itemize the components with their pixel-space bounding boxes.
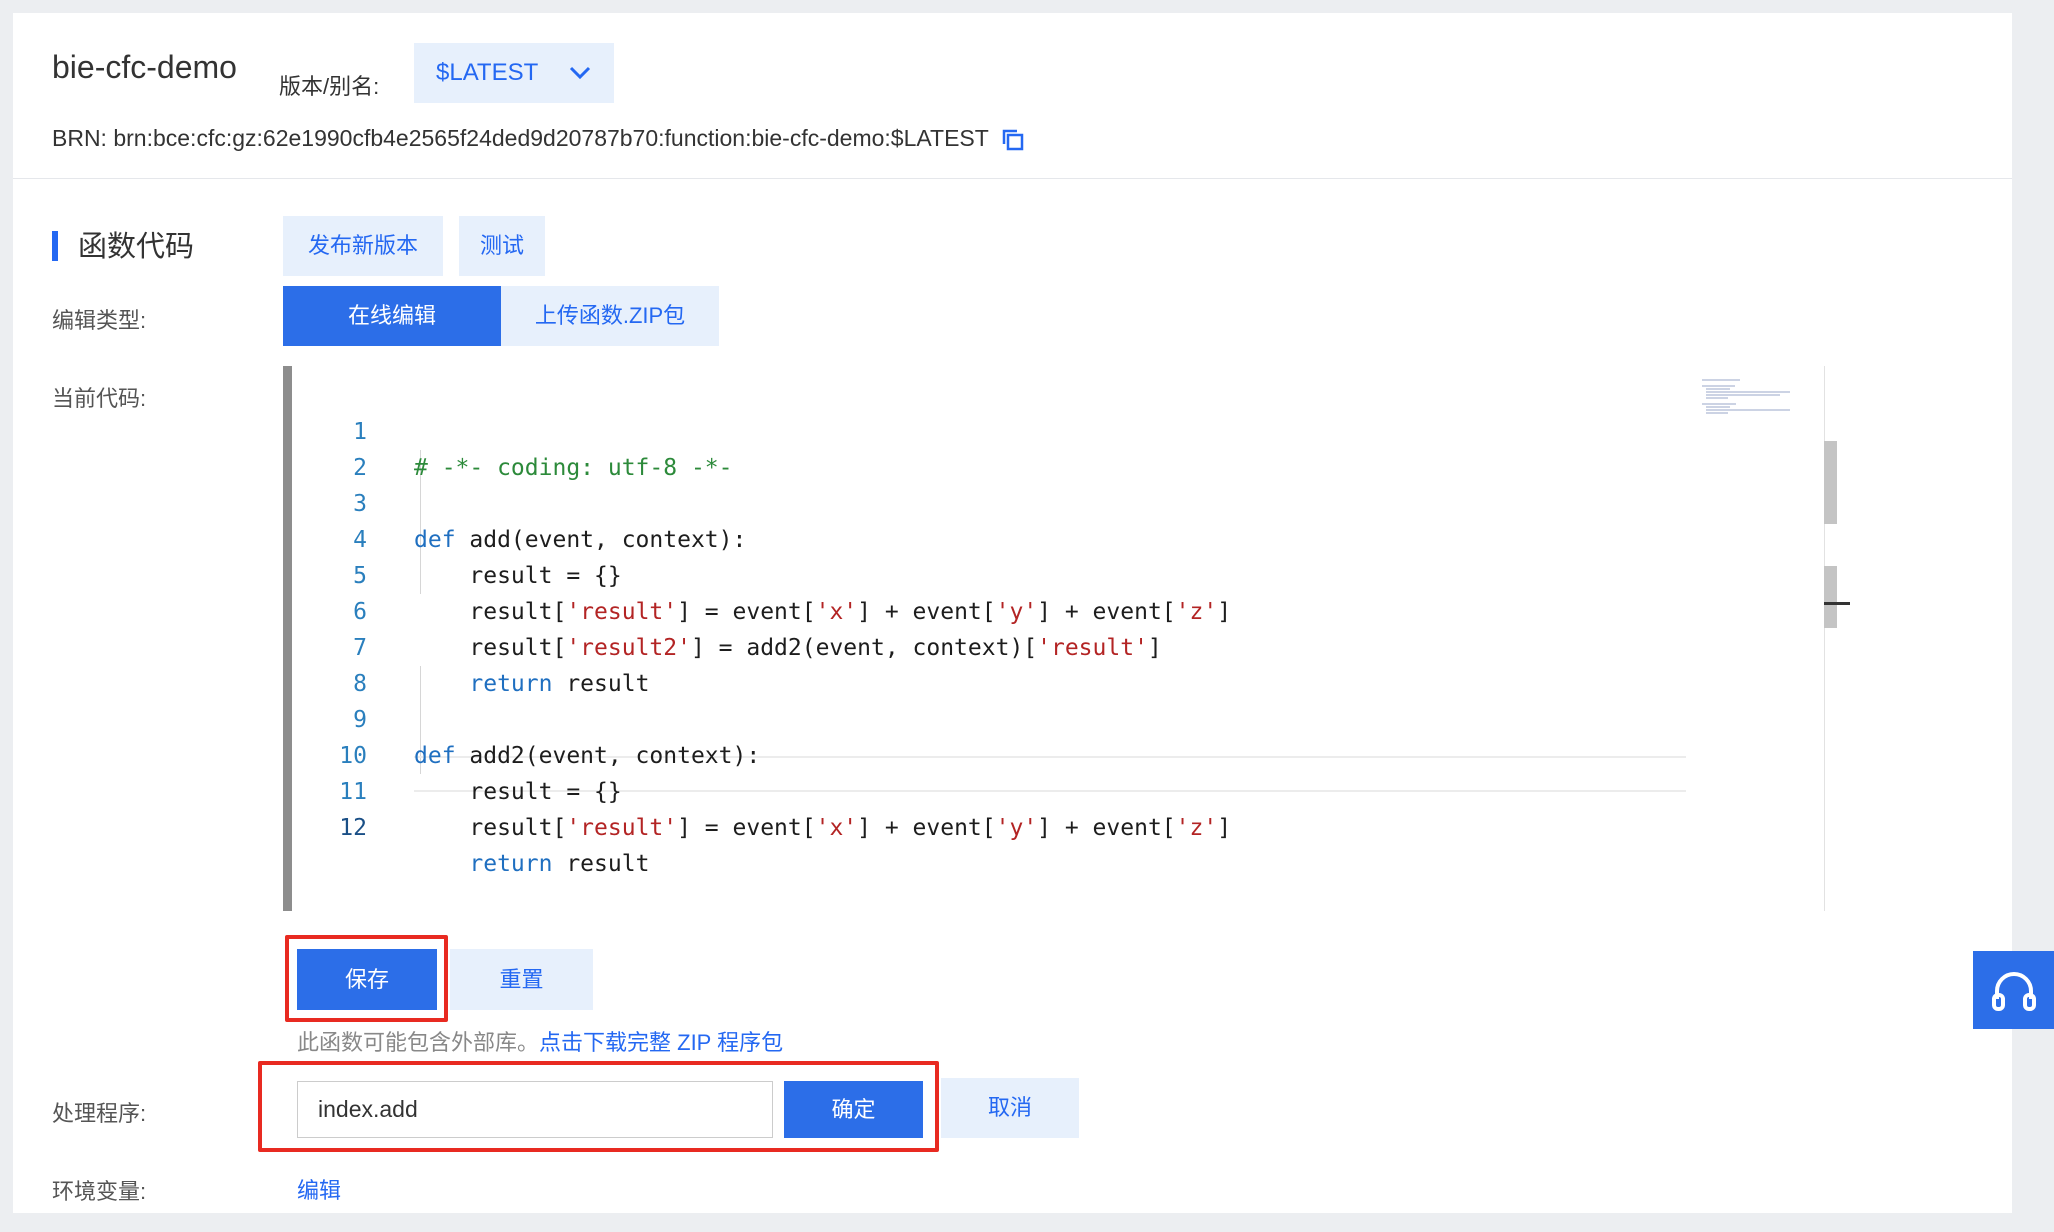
code-text: def add2(event, context): [414, 743, 761, 769]
hint-text: 此函数可能包含外部库。 [297, 1030, 540, 1055]
code-text: # -*- coding: utf-8 -*- [414, 455, 733, 481]
highlight-box-save [285, 935, 448, 1022]
brn-label: BRN: [52, 125, 107, 151]
tab-upload-zip[interactable]: 上传函数.ZIP包 [501, 286, 719, 346]
function-name: bie-cfc-demo [52, 49, 237, 85]
external-lib-hint: 此函数可能包含外部库。点击下载完整 ZIP 程序包 [297, 1025, 783, 1057]
publish-version-button[interactable]: 发布新版本 [283, 216, 443, 276]
chevron-down-icon [569, 66, 591, 80]
support-button[interactable] [1973, 951, 2054, 1029]
code-line: 10 result = {} [292, 702, 621, 805]
code-line: 2 [292, 414, 375, 481]
code-line: 8 [292, 630, 375, 697]
headset-icon [1992, 972, 2036, 1011]
code-line: 9 def add2(event, context): [292, 666, 760, 769]
brn-line: BRN: brn:bce:cfc:gz:62e1990cfb4e2565f24d… [52, 125, 1025, 152]
section-title: 函数代码 [52, 223, 194, 265]
code-line: 12 return result [292, 774, 649, 877]
code-line: 3 def add(event, context): [292, 450, 746, 553]
code-text: result = {} [414, 779, 622, 805]
code-line: 7 return result [292, 594, 649, 697]
reset-button[interactable]: 重置 [450, 949, 593, 1010]
code-text: result['result'] = event['x'] + event['y… [414, 599, 1232, 625]
section-title-text: 函数代码 [78, 231, 195, 263]
code-text: return result [469, 851, 650, 877]
env-edit-link[interactable]: 编辑 [297, 1173, 341, 1205]
code-text: result['result2'] = add2(event, context)… [414, 635, 1162, 661]
code-line: 5 result['result'] = event['x'] + event[… [292, 522, 1231, 625]
function-detail-card: bie-cfc-demo 版本/别名: $LATEST BRN: brn:bce… [13, 13, 2012, 1213]
code-text: def add(event, context): [414, 527, 747, 553]
code-text: result['result'] = event['x'] + event['y… [414, 815, 1232, 841]
version-label: 版本/别名: [279, 74, 380, 99]
download-zip-link[interactable]: 点击下载完整 ZIP 程序包 [539, 1030, 783, 1055]
code-line: 1 # -*- coding: utf-8 -*- [292, 378, 732, 481]
cancel-button[interactable]: 取消 [941, 1078, 1079, 1138]
env-vars-label: 环境变量: [52, 1179, 147, 1204]
tab-online-edit[interactable]: 在线编辑 [283, 286, 501, 346]
code-text: result = {} [414, 563, 622, 589]
scrollbar-cursor-marker [1824, 566, 1837, 628]
section-marker [52, 231, 58, 261]
code-editor[interactable]: 1 # -*- coding: utf-8 -*- 2 3 def add(ev… [283, 366, 1896, 911]
highlight-box-handler [258, 1061, 939, 1152]
code-minimap[interactable] [1700, 378, 1830, 438]
code-line: 6 result['result2'] = add2(event, contex… [292, 558, 1162, 661]
line-number: 12 [339, 815, 367, 841]
handler-label: 处理程序: [52, 1101, 147, 1126]
header-divider [13, 178, 2012, 179]
code-line: 4 result = {} [292, 486, 622, 589]
copy-icon[interactable] [1001, 128, 1025, 152]
vertical-scrollbar-thumb[interactable] [1824, 441, 1837, 524]
version-select[interactable]: $LATEST [414, 43, 614, 103]
test-button[interactable]: 测试 [459, 216, 545, 276]
brn-value: brn:bce:cfc:gz:62e1990cfb4e2565f24ded9d2… [113, 125, 989, 151]
version-value: $LATEST [436, 59, 539, 86]
current-code-label: 当前代码: [52, 386, 147, 411]
edit-type-label: 编辑类型: [52, 308, 147, 333]
code-line: 11 result['result'] = event['x'] + event… [292, 738, 1231, 841]
code-text: return result [469, 671, 650, 697]
scrollbar-cursor-tick [1824, 602, 1850, 605]
